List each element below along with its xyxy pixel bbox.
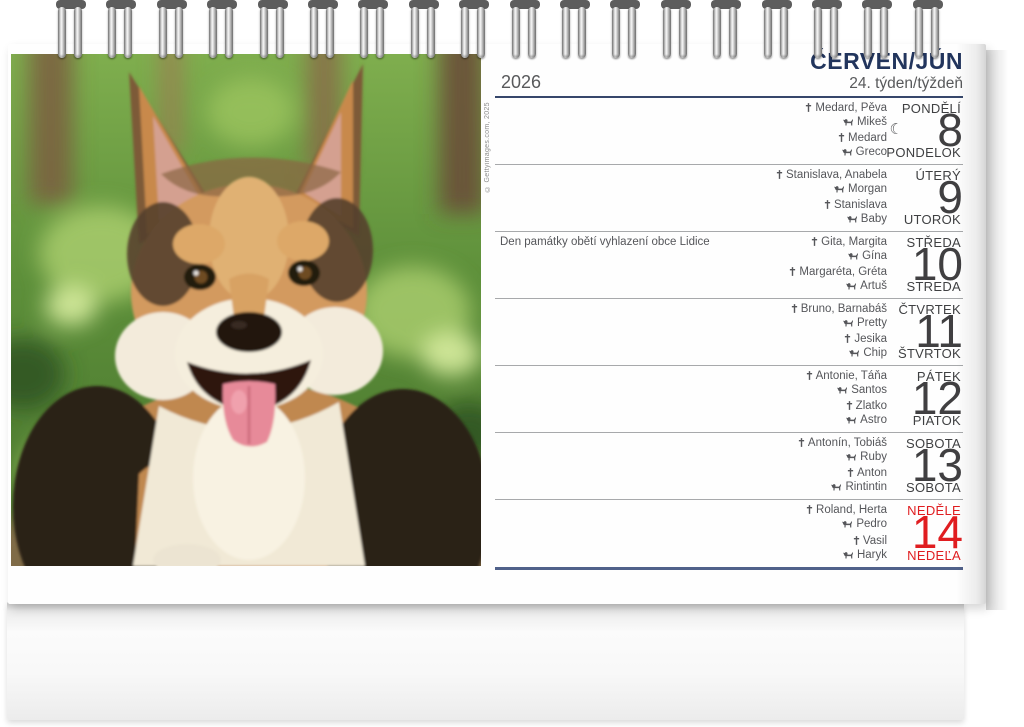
wire-loop bbox=[810, 0, 844, 62]
wire-loop bbox=[911, 0, 945, 62]
calendar-stand-base bbox=[7, 602, 964, 720]
wire-loop bbox=[709, 0, 743, 62]
day-name-sk: PONDELOK bbox=[886, 145, 961, 160]
wire-loop bbox=[155, 0, 189, 62]
wire-loop bbox=[356, 0, 390, 62]
spiral-binding bbox=[8, 0, 986, 64]
day-row: Stanislava, Anabela Morgan Stanislava Ba… bbox=[495, 165, 963, 232]
cross-icon bbox=[776, 170, 783, 179]
cross-icon bbox=[791, 304, 798, 313]
week-label: 24. týden/týždeň bbox=[849, 75, 963, 93]
day-label-column: ČTVRTEK 11 ŠTVRTOK bbox=[841, 299, 961, 365]
day-row: Roland, Herta Pedro Vasil Haryk NEDĚLE 1… bbox=[495, 500, 963, 567]
day-row: Antonín, Tobiáš Ruby Anton Rintintin SOB… bbox=[495, 433, 963, 500]
holiday-note: Den památky obětí vyhlazení obce Lidice bbox=[500, 236, 710, 248]
day-label-column: SOBOTA 13 SOBOTA bbox=[841, 433, 961, 499]
day-rows: Medard, Pěva Mikeš Medard Greco ☾ PONDĚL… bbox=[495, 98, 963, 567]
corgi-photo bbox=[11, 54, 481, 566]
year-label: 2026 bbox=[501, 72, 541, 93]
day-label-column: PONDĚLÍ 8 PONDELOK bbox=[841, 98, 961, 164]
wire-loop bbox=[54, 0, 88, 62]
day-row: Den památky obětí vyhlazení obce Lidice … bbox=[495, 232, 963, 299]
calendar-panel: ČERVEN/JÚN 2026 24. týden/týždeň Medard,… bbox=[495, 48, 963, 600]
day-row: Antonie, Táňa Santos Zlatko Astro PÁTEK … bbox=[495, 366, 963, 433]
calendar-card: © Gettyimages.com, 2025 ČERVEN/JÚN 2026 … bbox=[8, 44, 986, 604]
day-name-sk: SOBOTA bbox=[906, 480, 961, 495]
day-row: Bruno, Barnabáš Pretty Jesika Chip ČTVRT… bbox=[495, 299, 963, 366]
wire-loop bbox=[205, 0, 239, 62]
wire-loop bbox=[256, 0, 290, 62]
cross-icon bbox=[789, 267, 796, 276]
day-label-column: PÁTEK 12 PIATOK bbox=[841, 366, 961, 432]
bottom-rule bbox=[495, 567, 963, 570]
cross-icon bbox=[805, 103, 812, 112]
wire-loop bbox=[407, 0, 441, 62]
stage: © Gettyimages.com, 2025 ČERVEN/JÚN 2026 … bbox=[0, 0, 1024, 727]
wire-loop bbox=[860, 0, 894, 62]
wire-loop bbox=[508, 0, 542, 62]
cross-icon bbox=[806, 505, 813, 514]
wire-loop bbox=[608, 0, 642, 62]
cross-icon bbox=[798, 438, 805, 447]
wire-loop bbox=[104, 0, 138, 62]
day-name-sk: NEDEĽA bbox=[907, 548, 961, 563]
wire-loop bbox=[558, 0, 592, 62]
cross-icon bbox=[806, 371, 813, 380]
photo-credit: © Gettyimages.com, 2025 bbox=[484, 52, 491, 192]
day-label-column: STŘEDA 10 STREDA bbox=[841, 232, 961, 298]
day-name-sk: PIATOK bbox=[913, 413, 961, 428]
day-label-column: ÚTERÝ 9 UTOROK bbox=[841, 165, 961, 231]
wire-loop bbox=[659, 0, 693, 62]
wire-loop bbox=[457, 0, 491, 62]
day-name-sk: UTOROK bbox=[904, 212, 961, 227]
day-label-column: NEDĚLE 14 NEDEĽA bbox=[841, 500, 961, 567]
cross-icon bbox=[824, 200, 831, 209]
wire-loop bbox=[760, 0, 794, 62]
day-row: Medard, Pěva Mikeš Medard Greco ☾ PONDĚL… bbox=[495, 98, 963, 165]
wire-loop bbox=[306, 0, 340, 62]
day-name-sk: ŠTVRTOK bbox=[898, 346, 961, 361]
day-name-sk: STREDA bbox=[906, 279, 961, 294]
card-edge-shadow bbox=[986, 50, 1008, 610]
cross-icon bbox=[811, 237, 818, 246]
